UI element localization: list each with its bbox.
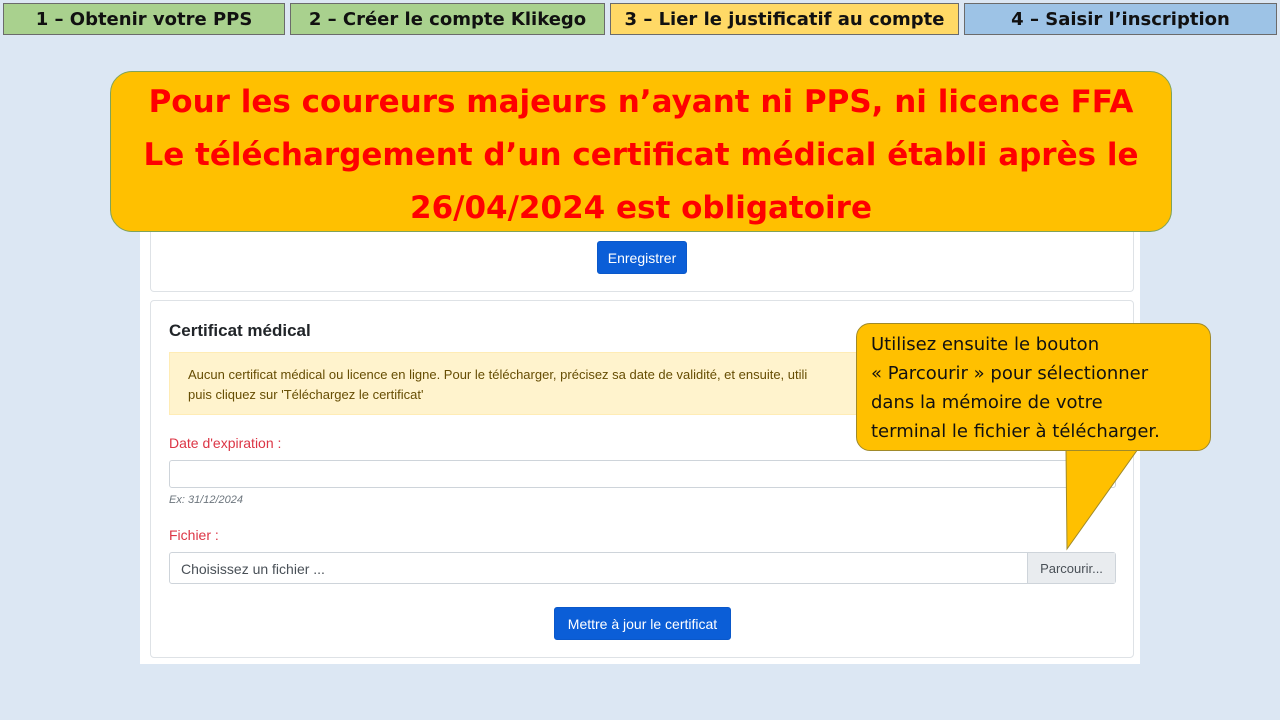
banner-line: Le téléchargement d’un certificat médica… — [143, 137, 1139, 173]
expiration-date-label: Date d'expiration : — [169, 435, 282, 451]
update-certificate-button[interactable]: Mettre à jour le certificat — [554, 607, 731, 640]
callout-line: Utilisez ensuite le bouton — [871, 334, 1100, 355]
banner-line: Pour les coureurs majeurs n’ayant ni PPS… — [148, 84, 1134, 120]
callout-line: terminal le fichier à télécharger. — [871, 421, 1160, 442]
step-tab-4[interactable]: 4 – Saisir l’inscription — [964, 3, 1277, 35]
save-button[interactable]: Enregistrer — [597, 241, 687, 274]
banner-line: 26/04/2024 est obligatoire — [410, 190, 872, 226]
step-tab-label: 3 – Lier le justificatif au compte — [624, 8, 945, 30]
callout-pointer — [1065, 449, 1139, 551]
expiration-date-hint: Ex: 31/12/2024 — [169, 494, 244, 506]
instruction-callout: Utilisez ensuite le bouton « Parcourir »… — [856, 323, 1211, 451]
file-placeholder: Choisissez un fichier ... — [181, 561, 325, 577]
browse-button[interactable]: Parcourir... — [1027, 553, 1115, 583]
warning-banner: Pour les coureurs majeurs n’ayant ni PPS… — [110, 71, 1172, 232]
step-tab-label: 1 – Obtenir votre PPS — [35, 8, 253, 30]
callout-line: dans la mémoire de votre — [871, 392, 1103, 413]
step-tab-label: 4 – Saisir l’inscription — [1011, 8, 1230, 30]
expiration-date-input[interactable] — [169, 460, 1116, 488]
step-tab-1[interactable]: 1 – Obtenir votre PPS — [3, 3, 285, 35]
callout-line: « Parcourir » pour sélectionner — [871, 363, 1149, 384]
step-tab-3[interactable]: 3 – Lier le justificatif au compte — [610, 3, 959, 35]
card-title: Certificat médical — [169, 321, 311, 340]
step-tab-2[interactable]: 2 – Créer le compte Klikego — [290, 3, 605, 35]
file-label: Fichier : — [169, 527, 219, 543]
step-tab-label: 2 – Créer le compte Klikego — [308, 8, 587, 30]
file-input[interactable]: Choisissez un fichier ... Parcourir... — [169, 552, 1116, 584]
